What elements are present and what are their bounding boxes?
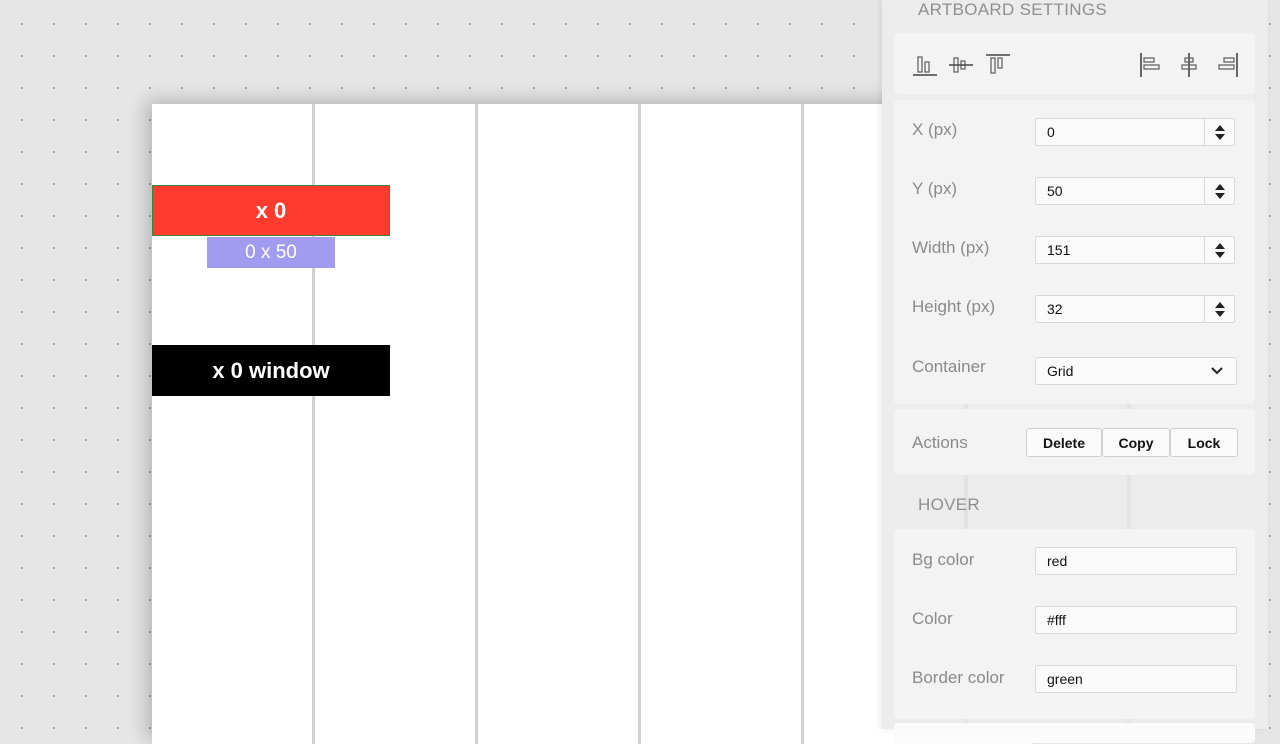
align-center-icon[interactable] [1174,50,1204,80]
align-bottom-icon[interactable] [910,50,940,80]
width-input[interactable]: 151 [1035,236,1235,264]
x-value: 0 [1047,124,1055,140]
actions-bar: Actions Delete Copy Lock [894,409,1255,475]
align-right-icon[interactable] [1212,50,1242,80]
settings-panel: ARTBOARD SETTINGS X (px) 0 Y (px) 50 Wid… [882,0,1268,743]
bg-color-input[interactable]: red [1035,547,1237,575]
delete-button[interactable]: Delete [1026,428,1102,457]
border-color-label: Border color [912,668,1005,687]
black-window-element[interactable]: x 0 window [152,345,390,396]
next-section-card [894,723,1255,743]
width-stepper[interactable] [1204,237,1234,263]
width-value: 151 [1047,242,1071,258]
width-label: Width (px) [912,238,990,257]
height-label: Height (px) [912,297,996,316]
y-value: 50 [1047,183,1063,199]
container-select[interactable]: Grid [1035,357,1237,385]
color-input[interactable]: #fff [1035,606,1237,634]
container-label: Container [912,357,986,376]
container-value: Grid [1047,363,1074,379]
y-input[interactable]: 50 [1035,177,1235,205]
align-top-icon[interactable] [983,50,1013,80]
grid-column-line [638,104,641,744]
y-stepper[interactable] [1204,178,1234,204]
stepper-down-icon[interactable] [1214,310,1225,317]
x-stepper[interactable] [1204,119,1234,145]
x-input[interactable]: 0 [1035,118,1235,146]
lock-button[interactable]: Lock [1170,428,1238,457]
position-tooltip: 0 x 50 [207,237,335,268]
height-stepper[interactable] [1204,296,1234,322]
black-element-label: x 0 window [212,357,330,383]
stepper-down-icon[interactable] [1214,192,1225,199]
hover-title: HOVER [918,495,980,514]
border-color-input[interactable]: green [1035,665,1237,693]
hover-settings: Bg color red Color #fff Border color gre… [894,529,1255,719]
align-middle-icon[interactable] [946,50,976,80]
stepper-up-icon[interactable] [1214,124,1225,131]
chevron-down-icon [1210,363,1224,379]
grid-column-line [801,104,804,744]
x-label: X (px) [912,120,958,139]
stepper-up-icon[interactable] [1214,183,1225,190]
bg-color-label: Bg color [912,550,975,569]
stepper-up-icon[interactable] [1214,242,1225,249]
color-label: Color [912,609,953,628]
height-input[interactable]: 32 [1035,295,1235,323]
align-left-icon[interactable] [1136,50,1166,80]
alignment-toolbar [894,33,1255,94]
selected-element-red[interactable]: x 0 [152,185,390,236]
actions-label: Actions [912,433,968,452]
grid-column-line [475,104,478,744]
red-element-label: x 0 [255,197,287,223]
stepper-down-icon[interactable] [1214,133,1225,140]
stepper-up-icon[interactable] [1214,301,1225,308]
artboard-settings-title: ARTBOARD SETTINGS [918,0,1107,19]
position-tooltip-label: 0 x 50 [245,241,297,263]
y-label: Y (px) [912,179,958,198]
copy-button[interactable]: Copy [1102,428,1170,457]
geometry-settings: X (px) 0 Y (px) 50 Width (px) 151 Height… [894,100,1255,404]
height-value: 32 [1047,301,1063,317]
stepper-down-icon[interactable] [1214,251,1225,258]
